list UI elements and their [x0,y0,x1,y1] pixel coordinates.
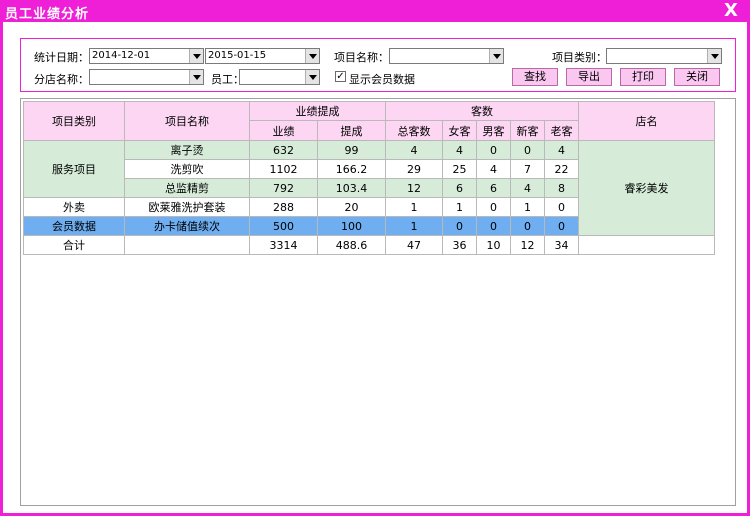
header-performance[interactable]: 业绩 [249,120,318,141]
table-row-total[interactable]: 合计 3314 488.6 47 36 10 12 34 [23,235,715,255]
cell-old: 0 [544,197,579,217]
header-new[interactable]: 新客 [510,120,545,141]
cell-total: 1 [385,197,443,217]
date-to-picker[interactable]: 2015-01-15 [205,48,320,64]
cell-performance: 1102 [249,159,318,179]
chevron-down-icon[interactable] [489,49,503,63]
filter-panel: 统计日期： 2014-12-01 2015-01-15 项目名称： 项目类别： … [20,38,736,92]
cell-performance: 632 [249,140,318,160]
header-item-name[interactable]: 项目名称 [124,101,250,141]
cell-commission: 99 [317,140,386,160]
cell-new: 4 [510,178,545,198]
close-icon[interactable]: X [721,1,741,21]
cell-female: 25 [442,159,477,179]
item-name-select[interactable] [389,48,504,64]
print-button[interactable]: 打印 [620,68,666,86]
header-total-customers[interactable]: 总客数 [385,120,443,141]
cell-old: 0 [544,216,579,236]
cell-item-name: 办卡储值续次 [124,216,250,236]
cell-old: 22 [544,159,579,179]
window-title: 员工业绩分析 [5,7,90,22]
staff-select[interactable] [239,69,320,85]
cell-total: 1 [385,216,443,236]
cell-new: 1 [510,197,545,217]
date-from-value: 2014-12-01 [92,50,151,61]
cell-category: 外卖 [23,197,125,217]
report-window: 员工业绩分析 X 统计日期： 2014-12-01 2015-01-15 项目名… [0,0,750,516]
cell-old: 8 [544,178,579,198]
date-from-picker[interactable]: 2014-12-01 [89,48,204,64]
cell-item-name: 离子烫 [124,140,250,160]
cell-female: 0 [442,216,477,236]
item-name-label: 项目名称： [334,51,389,64]
cell-female: 36 [442,235,477,255]
cell-performance: 288 [249,197,318,217]
performance-table: 项目类别 项目名称 业绩提成 客数 店名 业绩 提成 总客数 女客 男客 新客 … [23,101,715,255]
branch-select[interactable] [89,69,204,85]
branch-label: 分店名称： [34,73,89,86]
cell-new: 12 [510,235,545,255]
export-button[interactable]: 导出 [566,68,612,86]
cell-male: 6 [476,178,511,198]
cell-commission: 20 [317,197,386,217]
cell-item-name: 洗剪吹 [124,159,250,179]
cell-commission: 103.4 [317,178,386,198]
cell-category: 会员数据 [23,216,125,236]
header-customers-group: 客数 [385,101,579,121]
cell-male: 0 [476,140,511,160]
chevron-down-icon[interactable] [189,70,203,84]
cell-total: 29 [385,159,443,179]
chevron-down-icon[interactable] [189,49,203,63]
cell-total: 12 [385,178,443,198]
chevron-down-icon[interactable] [707,49,721,63]
cell-performance: 3314 [249,235,318,255]
cell-female: 4 [442,140,477,160]
cell-commission: 100 [317,216,386,236]
cell-performance: 792 [249,178,318,198]
cell-new: 7 [510,159,545,179]
cell-item-name: 欧莱雅洗护套装 [124,197,250,217]
cell-performance: 500 [249,216,318,236]
cell-category: 合计 [23,235,125,255]
show-member-checkbox[interactable]: ✓ [335,71,346,82]
cell-new: 0 [510,216,545,236]
results-grid[interactable]: 项目类别 项目名称 业绩提成 客数 店名 业绩 提成 总客数 女客 男客 新客 … [20,98,736,506]
header-store[interactable]: 店名 [578,101,715,141]
cell-commission: 488.6 [317,235,386,255]
header-female[interactable]: 女客 [442,120,477,141]
date-label: 统计日期： [34,51,89,64]
cell-female: 6 [442,178,477,198]
date-to-value: 2015-01-15 [208,50,267,61]
cell-female: 1 [442,197,477,217]
title-bar: 员工业绩分析 X [3,0,747,22]
header-performance-group: 业绩提成 [249,101,386,121]
item-type-select[interactable] [606,48,722,64]
cell-item-name [124,235,250,255]
header-male[interactable]: 男客 [476,120,511,141]
header-old[interactable]: 老客 [544,120,579,141]
cell-male: 10 [476,235,511,255]
cell-category: 服务项目 [23,140,125,198]
cell-old: 4 [544,140,579,160]
cell-male: 0 [476,197,511,217]
cell-new: 0 [510,140,545,160]
search-button[interactable]: 查找 [512,68,558,86]
cell-total: 4 [385,140,443,160]
header-category[interactable]: 项目类别 [23,101,125,141]
cell-male: 4 [476,159,511,179]
item-type-label: 项目类别： [552,51,607,64]
cell-store [578,235,715,255]
header-commission[interactable]: 提成 [317,120,386,141]
cell-total: 47 [385,235,443,255]
table-row[interactable]: 服务项目 离子烫 632 99 4 4 0 0 4 睿彩美发 [23,140,715,236]
cell-commission: 166.2 [317,159,386,179]
close-button[interactable]: 关闭 [674,68,720,86]
cell-male: 0 [476,216,511,236]
show-member-label: 显示会员数据 [349,73,415,86]
chevron-down-icon[interactable] [305,49,319,63]
cell-store: 睿彩美发 [578,140,715,236]
cell-old: 34 [544,235,579,255]
cell-item-name: 总监精剪 [124,178,250,198]
chevron-down-icon[interactable] [305,70,319,84]
